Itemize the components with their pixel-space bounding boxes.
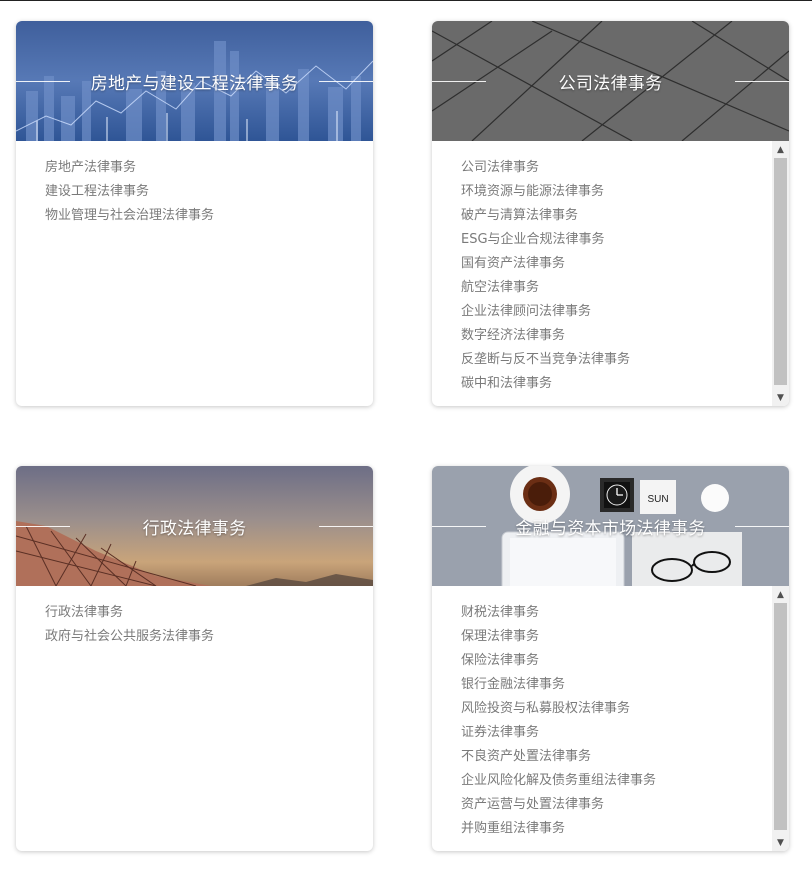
- service-link[interactable]: 企业法律顾问法律事务: [461, 300, 789, 324]
- service-list: 公司法律事务 环境资源与能源法律事务 破产与清算法律事务 ESG与企业合规法律事…: [432, 141, 789, 396]
- service-list: 行政法律事务 政府与社会公共服务法律事务: [16, 586, 373, 649]
- service-link[interactable]: 政府与社会公共服务法律事务: [45, 625, 373, 649]
- service-link[interactable]: 环境资源与能源法律事务: [461, 180, 789, 204]
- service-list: 房地产法律事务 建设工程法律事务 物业管理与社会治理法律事务: [16, 141, 373, 228]
- service-link[interactable]: 碳中和法律事务: [461, 372, 789, 396]
- service-link[interactable]: 反垄断与反不当竞争法律事务: [461, 348, 789, 372]
- card-body: 行政法律事务 政府与社会公共服务法律事务: [16, 586, 373, 851]
- service-link[interactable]: 数字经济法律事务: [461, 324, 789, 348]
- practice-card-finance: SUN 金融与资本市场法律事务 财税法律事务 保理法律事务 保险法律事务 银行金…: [432, 466, 789, 851]
- service-link[interactable]: 财税法律事务: [461, 601, 789, 625]
- vertical-scrollbar[interactable]: ▲ ▼: [772, 141, 789, 406]
- service-link[interactable]: 企业风险化解及债务重组法律事务: [461, 769, 789, 793]
- practice-card-corporate: 公司法律事务 公司法律事务 环境资源与能源法律事务 破产与清算法律事务 ESG与…: [432, 21, 789, 406]
- chevron-up-icon[interactable]: ▲: [772, 586, 789, 603]
- service-link[interactable]: 保理法律事务: [461, 625, 789, 649]
- card-header-image[interactable]: 房地产与建设工程法律事务: [16, 21, 373, 141]
- service-link[interactable]: 银行金融法律事务: [461, 673, 789, 697]
- service-link[interactable]: 行政法律事务: [45, 601, 373, 625]
- service-link[interactable]: 风险投资与私募股权法律事务: [461, 697, 789, 721]
- service-link[interactable]: 房地产法律事务: [45, 156, 373, 180]
- card-body: 房地产法律事务 建设工程法律事务 物业管理与社会治理法律事务: [16, 141, 373, 406]
- card-title: 房地产与建设工程法律事务: [90, 73, 299, 94]
- card-body: 财税法律事务 保理法律事务 保险法律事务 银行金融法律事务 风险投资与私募股权法…: [432, 586, 789, 851]
- card-header-image[interactable]: SUN 金融与资本市场法律事务: [432, 466, 789, 586]
- card-body: 公司法律事务 环境资源与能源法律事务 破产与清算法律事务 ESG与企业合规法律事…: [432, 141, 789, 406]
- practice-card-administrative: 行政法律事务 行政法律事务 政府与社会公共服务法律事务: [16, 466, 373, 851]
- vertical-scrollbar[interactable]: ▲ ▼: [772, 586, 789, 851]
- service-link[interactable]: 国有资产法律事务: [461, 252, 789, 276]
- service-link[interactable]: 证券法律事务: [461, 721, 789, 745]
- card-header-image[interactable]: 公司法律事务: [432, 21, 789, 141]
- service-link[interactable]: 资产运营与处置法律事务: [461, 793, 789, 817]
- service-link[interactable]: 并购重组法律事务: [461, 817, 789, 841]
- service-link[interactable]: ESG与企业合规法律事务: [461, 228, 789, 252]
- service-link[interactable]: 不良资产处置法律事务: [461, 745, 789, 769]
- card-title: 行政法律事务: [142, 518, 247, 539]
- scrollbar-thumb[interactable]: [774, 158, 787, 385]
- practice-card-real-estate: 房地产与建设工程法律事务 房地产法律事务 建设工程法律事务 物业管理与社会治理法…: [16, 21, 373, 406]
- service-link[interactable]: 航空法律事务: [461, 276, 789, 300]
- service-link[interactable]: 破产与清算法律事务: [461, 204, 789, 228]
- chevron-up-icon[interactable]: ▲: [772, 141, 789, 158]
- card-title: 金融与资本市场法律事务: [515, 518, 706, 539]
- chevron-down-icon[interactable]: ▼: [772, 389, 789, 406]
- chevron-down-icon[interactable]: ▼: [772, 834, 789, 851]
- service-link[interactable]: 物业管理与社会治理法律事务: [45, 204, 373, 228]
- scrollbar-thumb[interactable]: [774, 603, 787, 830]
- service-link[interactable]: 建设工程法律事务: [45, 180, 373, 204]
- card-header-image[interactable]: 行政法律事务: [16, 466, 373, 586]
- card-title: 公司法律事务: [558, 73, 663, 94]
- service-list: 财税法律事务 保理法律事务 保险法律事务 银行金融法律事务 风险投资与私募股权法…: [432, 586, 789, 841]
- service-link[interactable]: 保险法律事务: [461, 649, 789, 673]
- service-link[interactable]: 公司法律事务: [461, 156, 789, 180]
